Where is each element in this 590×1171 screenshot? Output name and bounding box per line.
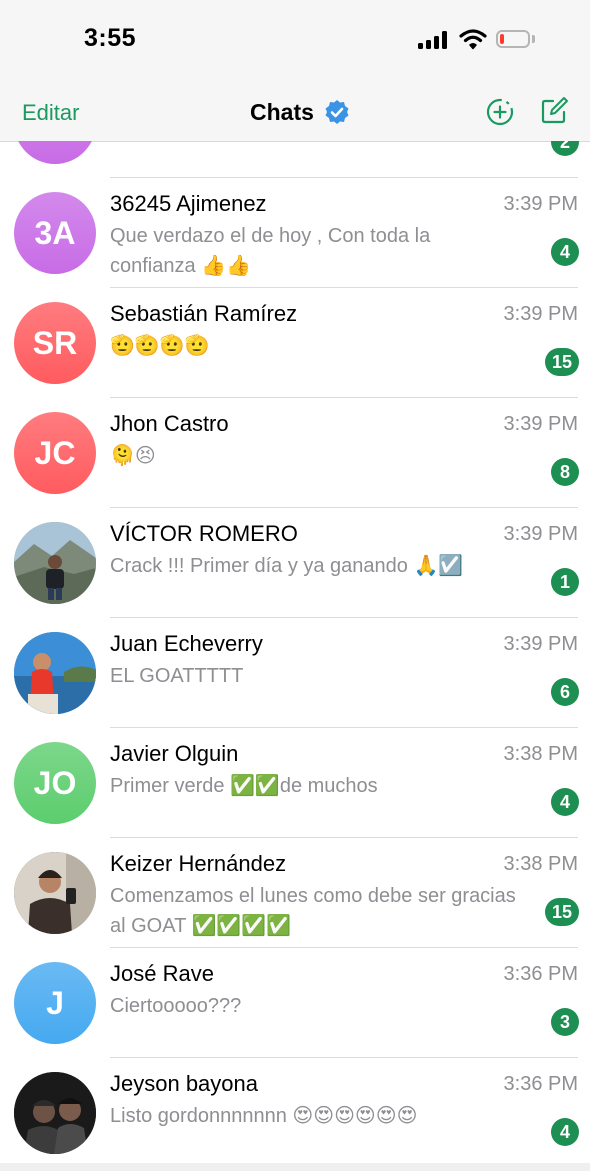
chat-row[interactable]: JO Javier Olguin 3:38 PM Primer verde ✅✅de … — [0, 728, 590, 838]
unread-badge: 4 — [551, 1118, 579, 1146]
chat-row[interactable]: SR Sebastián Ramírez 3:39 PM 🫡🫡🫡🫡 15 — [0, 288, 590, 398]
avatar[interactable] — [14, 1072, 96, 1154]
chat-name: Jeyson bayona — [110, 1071, 258, 1096]
chat-list[interactable]: DRVERDEEEE2 3A 36245 Ajimenez 3:39 PM Que ve… — [0, 141, 590, 1171]
tab-bar-edge — [0, 1163, 590, 1171]
status-time: 3:55 — [84, 24, 137, 52]
chat-name: Jhon Castro — [110, 411, 229, 436]
chat-row[interactable]: Keizer Hernández 3:38 PM Comenzamos el lun… — [0, 838, 590, 948]
page-title: Chats — [250, 98, 314, 125]
chat-name: Sebastián Ramírez — [110, 301, 298, 326]
unread-badge: 4 — [551, 238, 579, 266]
avatar[interactable]: SR — [14, 302, 96, 384]
chat-time: 3:39 PM — [503, 633, 578, 655]
chat-preview: Comenzamos el lunes como debe ser gracia… — [110, 885, 516, 937]
chat-time: 3:39 PM — [503, 193, 578, 215]
new-group-icon[interactable] — [485, 97, 515, 127]
battery-cap — [532, 35, 535, 43]
chat-preview: 🫡🫡🫡🫡 — [110, 335, 210, 357]
avatar[interactable]: J — [14, 962, 96, 1044]
chat-row[interactable]: J José Rave 3:36 PM Ciertooooo??? 3 — [0, 948, 590, 1058]
avatar-photo — [14, 522, 96, 604]
chat-name: José Rave — [110, 961, 214, 986]
avatar[interactable]: JO — [14, 742, 96, 824]
chat-preview: Listo gordonnnnnnn 😍😍😍😍😍😍 — [110, 1105, 418, 1127]
chat-row[interactable]: 3A 36245 Ajimenez 3:39 PM Que verdazo el de… — [0, 178, 590, 288]
chat-preview: 🫠😣 — [110, 445, 156, 467]
avatar[interactable] — [14, 522, 96, 604]
avatar[interactable]: DR — [14, 141, 96, 164]
unread-badge: 1 — [551, 568, 579, 596]
unread-badge: 15 — [544, 348, 579, 376]
chat-row[interactable]: Jeyson bayona 3:36 PM Listo gordonnnnnnn 😍… — [0, 1058, 590, 1168]
chat-preview: Ciertooooo??? — [110, 995, 242, 1017]
battery-icon — [496, 30, 530, 48]
unread-badge: 15 — [544, 898, 579, 926]
battery-level — [500, 34, 504, 44]
unread-badge: 3 — [551, 1008, 579, 1036]
chat-time: 3:38 PM — [503, 853, 578, 875]
chat-preview: Crack !!! Primer día y ya ganando 🙏☑️ — [110, 555, 464, 577]
chat-preview: Primer verde ✅✅de muchos — [110, 775, 378, 797]
cellular-signal-icon — [418, 31, 450, 49]
unread-badge: 8 — [551, 458, 579, 486]
nav-bar: Editar Chats — [0, 80, 590, 142]
edit-button[interactable]: Editar — [22, 100, 79, 126]
chat-row[interactable]: JC Jhon Castro 3:39 PM 🫠😣 8 — [0, 398, 590, 508]
chat-time: 3:38 PM — [503, 743, 578, 765]
chat-preview: Que verdazo el de hoy , Con toda la conf… — [110, 225, 431, 277]
chat-name: Juan Echeverry — [110, 631, 263, 656]
avatar[interactable] — [14, 632, 96, 714]
chat-row[interactable]: VÍCTOR ROMERO 3:39 PM Crack !!! Primer día… — [0, 508, 590, 618]
chat-name: 36245 Ajimenez — [110, 191, 267, 216]
chat-row[interactable]: Juan Echeverry 3:39 PM EL GOATTTTT 6 — [0, 618, 590, 728]
chat-name: Keizer Hernández — [110, 851, 287, 876]
avatar-photo — [14, 852, 96, 934]
avatar[interactable]: JC — [14, 412, 96, 494]
chat-name: VÍCTOR ROMERO — [110, 521, 298, 546]
chat-time: 3:39 PM — [503, 523, 578, 545]
chat-name: Javier Olguin — [110, 741, 239, 766]
nav-title-group: Chats — [250, 97, 350, 127]
verified-badge-icon — [325, 100, 349, 124]
chat-time: 3:39 PM — [503, 413, 578, 435]
chat-preview: EL GOATTTTT — [110, 665, 244, 687]
chat-time: 3:36 PM — [503, 1073, 578, 1095]
status-bar: 3:55 — [0, 0, 590, 80]
unread-badge: 2 — [551, 141, 579, 156]
avatar-photo — [14, 1072, 96, 1154]
compose-icon[interactable] — [539, 96, 569, 126]
avatar[interactable] — [14, 852, 96, 934]
chat-time: 3:39 PM — [503, 303, 578, 325]
chat-time: 3:36 PM — [503, 963, 578, 985]
chat-row[interactable]: DRVERDEEEE2 — [0, 141, 590, 178]
unread-badge: 4 — [551, 788, 579, 816]
avatar[interactable]: 3A — [14, 192, 96, 274]
avatar-photo — [14, 632, 96, 714]
wifi-icon — [459, 29, 487, 50]
unread-badge: 6 — [551, 678, 579, 706]
